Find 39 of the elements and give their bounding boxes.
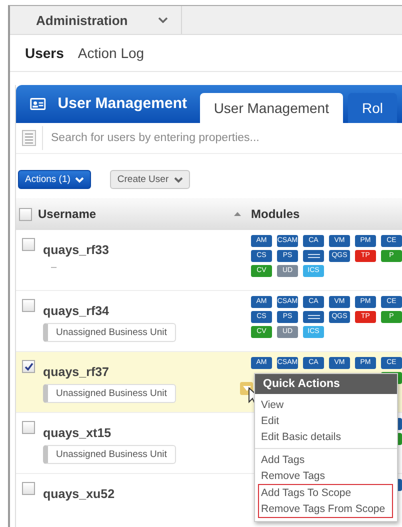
menu-item[interactable]: Add Tags To Scope [261,485,392,501]
chevron-down-icon [75,176,84,182]
menu-item[interactable]: Remove Tags From Scope [261,501,392,517]
note-text: – [50,262,58,273]
checkbox[interactable] [19,208,32,220]
username: quays_rf37 [43,365,110,379]
panel-title: User Management [58,95,188,112]
username: quays_xu52 [43,487,115,501]
menu-item[interactable]: Edit [261,413,395,429]
chevron-down-icon [158,17,168,23]
actions-button[interactable]: Actions (1) [18,170,92,189]
sort-up-icon [234,212,241,216]
column-title: Username [38,207,98,221]
business-unit-tag: Unassigned Business Unit [43,384,176,403]
column-header: Modules [250,207,300,221]
nav-tab[interactable]: Users [25,45,64,61]
business-unit-tag: Unassigned Business Unit [43,323,176,342]
checkbox[interactable] [22,299,35,312]
username: quays_xt15 [43,426,112,440]
tab[interactable]: Rol [348,93,397,123]
id-card-icon [30,97,46,111]
list-icon [22,130,36,146]
checkbox[interactable] [22,482,35,495]
menu-item[interactable]: View [261,397,395,413]
menu-item[interactable]: Edit Basic details [261,429,395,445]
create-user-button[interactable]: Create User [110,170,190,189]
checkbox[interactable] [22,421,35,434]
checkbox[interactable] [22,360,35,373]
username: quays_rf33 [43,243,110,257]
tab[interactable]: User Management [200,93,343,123]
chevron-down-icon [174,176,183,182]
checkbox[interactable] [22,238,35,251]
business-unit-tag: Unassigned Business Unit [43,445,176,464]
nav-tab[interactable]: Action Log [78,45,144,61]
menu-item[interactable]: Remove Tags [261,468,395,484]
caret-icon [242,386,250,391]
menu-title: Quick Actions [255,374,397,394]
username: quays_rf34 [43,304,110,318]
menu-item[interactable]: Add Tags [261,452,395,468]
